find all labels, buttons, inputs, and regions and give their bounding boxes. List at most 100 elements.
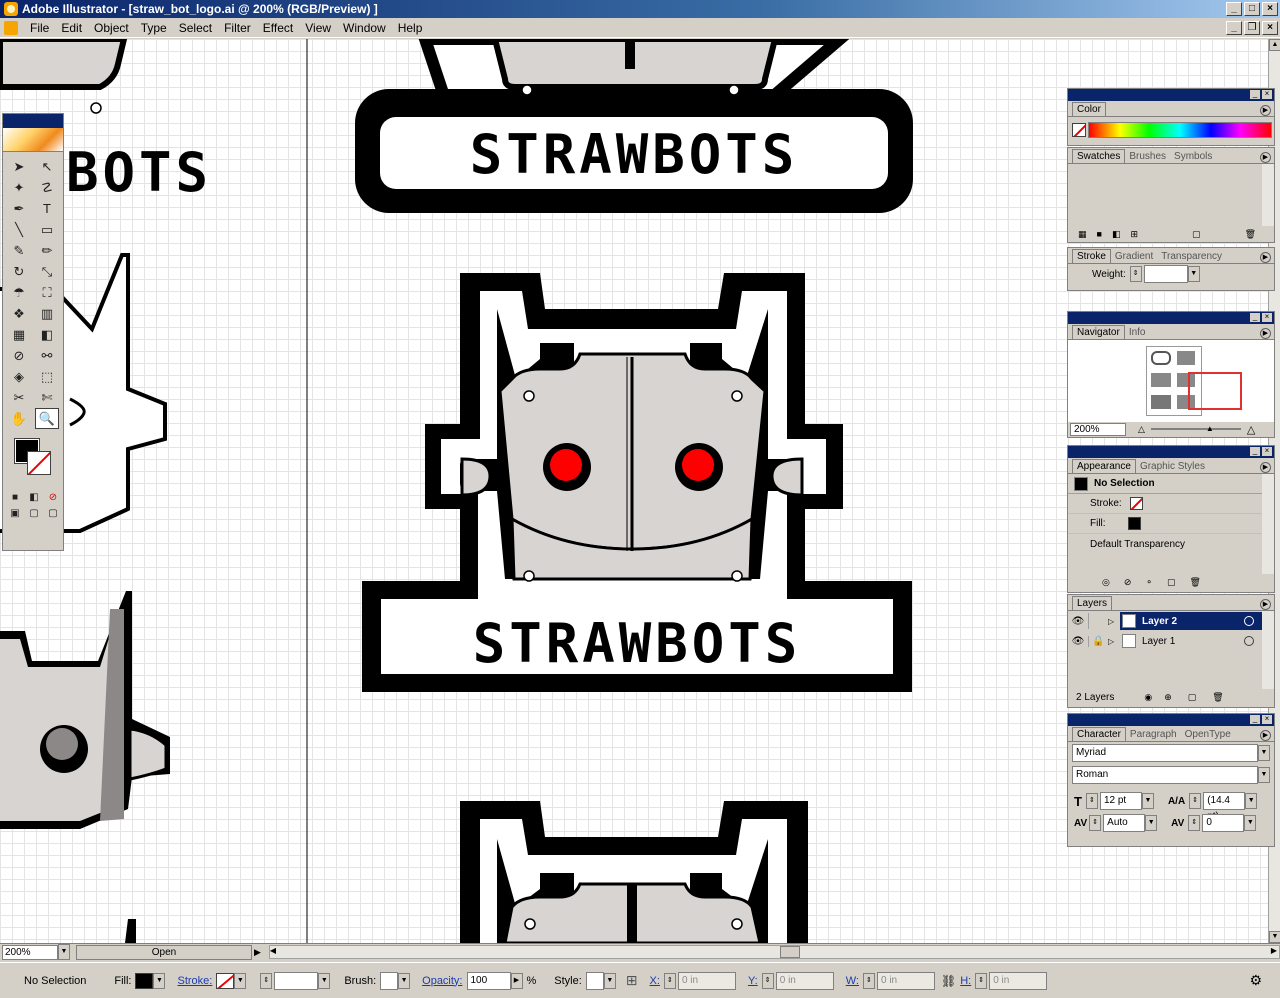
tab-brushes[interactable]: Brushes bbox=[1125, 150, 1170, 163]
scroll-right-icon[interactable]: ▶ bbox=[1271, 946, 1277, 955]
zoom-out-icon[interactable]: △ bbox=[1138, 424, 1145, 435]
control-y-stepper[interactable]: ⇕ bbox=[761, 972, 774, 989]
appearance-selection-row[interactable]: No Selection bbox=[1068, 474, 1262, 494]
layer-1-target-icon[interactable] bbox=[1244, 636, 1254, 646]
rectangle-tool-icon[interactable]: ▭ bbox=[35, 219, 59, 240]
tab-stroke[interactable]: Stroke bbox=[1072, 249, 1111, 263]
control-h-stepper[interactable]: ⇕ bbox=[975, 972, 988, 989]
control-y-link[interactable]: Y: bbox=[748, 975, 758, 987]
layers-panel-menu-icon[interactable]: ▶ bbox=[1260, 599, 1271, 610]
weight-input[interactable] bbox=[1143, 265, 1188, 283]
swatches-list[interactable] bbox=[1068, 164, 1274, 226]
appearance-panel-close[interactable]: × bbox=[1262, 447, 1272, 456]
appearance-panel-minimize[interactable]: _ bbox=[1250, 447, 1260, 456]
font-style-field[interactable]: Roman bbox=[1072, 766, 1258, 784]
selection-tool-icon[interactable]: ➤ bbox=[7, 156, 31, 177]
control-opacity-dropdown[interactable]: ▶ bbox=[510, 972, 523, 989]
tab-character[interactable]: Character bbox=[1072, 727, 1126, 741]
blend-tool-icon[interactable]: ⚯ bbox=[35, 345, 59, 366]
show-gradient-swatches-icon[interactable]: ◧ bbox=[1112, 229, 1121, 240]
free-transform-tool-icon[interactable]: ⛶ bbox=[35, 282, 59, 303]
tab-graphic-styles[interactable]: Graphic Styles bbox=[1136, 460, 1209, 473]
swatches-panel-menu-icon[interactable]: ▶ bbox=[1260, 152, 1271, 163]
zoom-tool-icon[interactable]: 🔍 bbox=[35, 408, 59, 429]
leading-field[interactable]: (14.4 pt) bbox=[1203, 792, 1246, 822]
scissors-tool-icon[interactable]: ✄ bbox=[35, 387, 59, 408]
appearance-fill-swatch[interactable] bbox=[1127, 517, 1141, 530]
show-swatch-kinds-icon[interactable]: ▦ bbox=[1078, 229, 1087, 240]
color-panel-menu-icon[interactable]: ▶ bbox=[1260, 105, 1271, 116]
stroke-swatch[interactable] bbox=[27, 451, 51, 475]
appearance-stroke-swatch[interactable] bbox=[1129, 497, 1143, 510]
zoom-level-dropdown[interactable]: ▼ bbox=[58, 944, 70, 960]
show-color-swatches-icon[interactable]: ■ bbox=[1097, 229, 1102, 239]
magic-wand-tool-icon[interactable]: ✦ bbox=[7, 177, 31, 198]
scroll-down-icon[interactable]: ▼ bbox=[1269, 931, 1280, 943]
layer-1-visibility-eye-icon[interactable]: 👁 bbox=[1068, 636, 1088, 647]
tracking-dropdown[interactable]: ▼ bbox=[1244, 815, 1257, 831]
control-brush-field[interactable] bbox=[380, 971, 399, 990]
none-mode-icon[interactable]: ⊘ bbox=[45, 489, 61, 505]
standard-screen-mode-icon[interactable]: ▣ bbox=[7, 505, 23, 521]
menu-select[interactable]: Select bbox=[173, 21, 218, 35]
lasso-tool-icon[interactable]: ☡ bbox=[35, 177, 59, 198]
illustrator-flower-logo[interactable] bbox=[3, 128, 63, 152]
gradient-mode-icon[interactable]: ◧ bbox=[26, 489, 42, 505]
tab-gradient[interactable]: Gradient bbox=[1111, 250, 1157, 263]
full-screen-menu-mode-icon[interactable]: ▢ bbox=[26, 505, 42, 521]
control-x-link[interactable]: X: bbox=[650, 975, 660, 987]
tracking-stepper[interactable]: ⇕ bbox=[1188, 815, 1201, 831]
close-button[interactable]: × bbox=[1262, 2, 1278, 16]
color-panel-close[interactable]: × bbox=[1262, 90, 1272, 99]
menu-edit[interactable]: Edit bbox=[55, 21, 88, 35]
control-stroke-weight-dropdown[interactable]: ▼ bbox=[318, 972, 331, 989]
color-spectrum-ramp[interactable] bbox=[1088, 122, 1272, 138]
tab-opentype[interactable]: OpenType bbox=[1181, 728, 1235, 741]
control-x-field[interactable]: 0 in bbox=[677, 971, 736, 990]
slice-tool-icon[interactable]: ✂ bbox=[7, 387, 31, 408]
appearance-fill-row[interactable]: Fill: bbox=[1068, 514, 1262, 534]
font-size-stepper[interactable]: ⇕ bbox=[1085, 793, 1098, 809]
symbol-sprayer-tool-icon[interactable]: ❖ bbox=[7, 303, 31, 324]
new-art-basic-appearance-icon[interactable]: ◎ bbox=[1102, 577, 1110, 588]
show-pattern-swatches-icon[interactable]: ⊞ bbox=[1130, 229, 1138, 240]
appearance-panel-menu-icon[interactable]: ▶ bbox=[1260, 462, 1271, 473]
control-w-field[interactable]: 0 in bbox=[876, 971, 935, 990]
reference-point-icon[interactable]: ⊞ bbox=[626, 972, 638, 989]
scale-tool-icon[interactable]: ⤡ bbox=[35, 261, 59, 282]
menu-type[interactable]: Type bbox=[135, 21, 173, 35]
control-x-stepper[interactable]: ⇕ bbox=[663, 972, 676, 989]
new-swatch-icon[interactable]: ▢ bbox=[1192, 229, 1201, 240]
control-fill-dropdown[interactable]: ▼ bbox=[153, 972, 166, 989]
none-color-swatch[interactable] bbox=[1072, 123, 1086, 137]
horizontal-scroll-thumb[interactable] bbox=[779, 946, 800, 958]
control-style-dropdown[interactable]: ▼ bbox=[603, 972, 616, 989]
tab-color[interactable]: Color bbox=[1072, 102, 1106, 116]
tab-layers[interactable]: Layers bbox=[1072, 596, 1113, 610]
live-paint-selection-tool-icon[interactable]: ⬚ bbox=[35, 366, 59, 387]
menu-window[interactable]: Window bbox=[337, 21, 392, 35]
control-w-stepper[interactable]: ⇕ bbox=[862, 972, 875, 989]
fill-stroke-widget[interactable] bbox=[7, 437, 59, 481]
menu-object[interactable]: Object bbox=[88, 21, 135, 35]
font-size-dropdown[interactable]: ▼ bbox=[1141, 793, 1154, 809]
font-style-dropdown[interactable]: ▼ bbox=[1258, 767, 1270, 783]
scroll-up-icon[interactable]: ▲ bbox=[1269, 39, 1280, 51]
layer-1-lock-icon[interactable]: 🔒 bbox=[1088, 635, 1108, 647]
doc-restore-button[interactable]: ❐ bbox=[1244, 21, 1260, 35]
paintbrush-tool-icon[interactable]: ✎ bbox=[7, 240, 31, 261]
layer-2-expand-triangle-icon[interactable]: ▷ bbox=[1108, 617, 1120, 626]
character-panel-menu-icon[interactable]: ▶ bbox=[1260, 730, 1271, 741]
navigator-panel-minimize[interactable]: _ bbox=[1250, 313, 1260, 322]
document-icon[interactable] bbox=[4, 20, 18, 35]
control-h-link[interactable]: H: bbox=[960, 975, 971, 987]
mesh-tool-icon[interactable]: ▦ bbox=[7, 324, 31, 345]
graph-tool-icon[interactable]: ▥ bbox=[35, 303, 59, 324]
doc-close-button[interactable]: × bbox=[1262, 21, 1278, 35]
control-bar-options-icon[interactable]: ⚙ bbox=[1249, 972, 1262, 989]
navigator-panel-menu-icon[interactable]: ▶ bbox=[1260, 328, 1271, 339]
appearance-stroke-row[interactable]: Stroke: bbox=[1068, 494, 1262, 514]
tab-paragraph[interactable]: Paragraph bbox=[1126, 728, 1181, 741]
color-panel-minimize[interactable]: _ bbox=[1250, 90, 1260, 99]
pencil-tool-icon[interactable]: ✏ bbox=[35, 240, 59, 261]
